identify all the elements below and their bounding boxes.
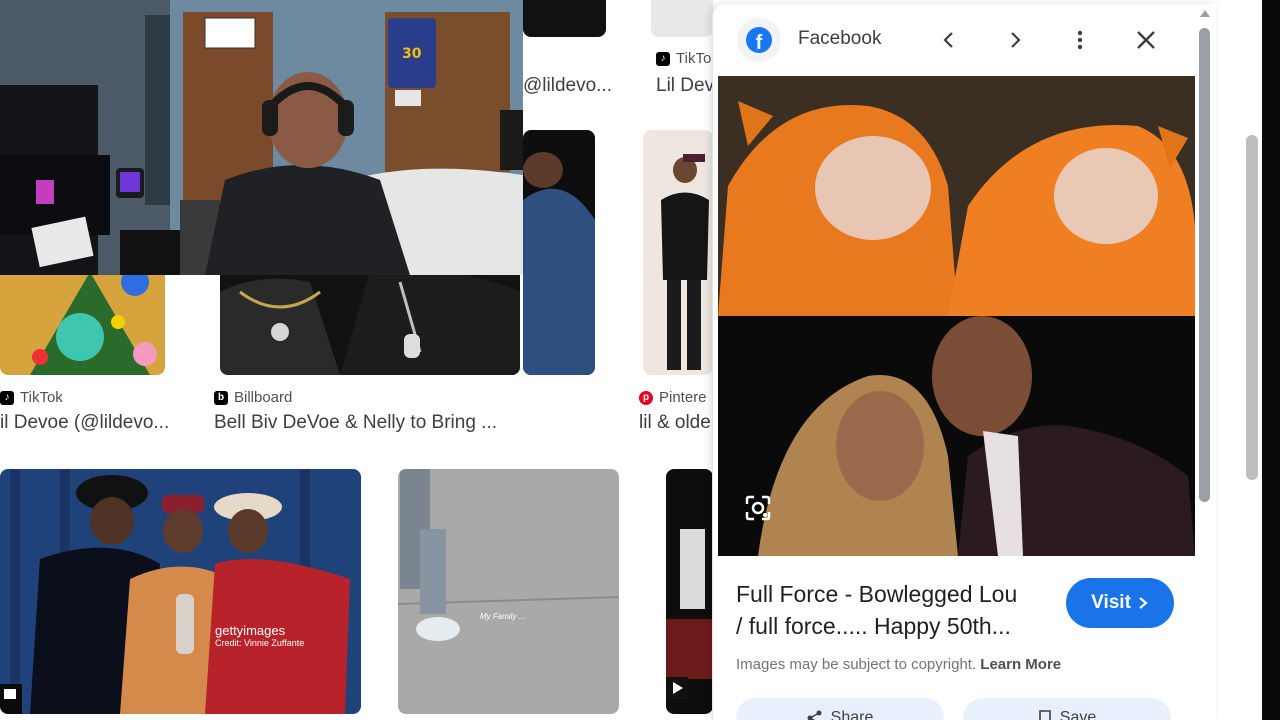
sidewalk-image xyxy=(398,469,619,714)
page-scrollbar[interactable] xyxy=(1246,135,1258,480)
more-vert-icon xyxy=(1077,30,1083,50)
panel-header: f Facebook xyxy=(713,4,1216,74)
scroll-up-icon[interactable] xyxy=(1199,8,1211,18)
image-title[interactable]: Lil Dev xyxy=(656,75,713,97)
image-source[interactable]: ♪ TikTo xyxy=(656,50,711,67)
image-thumbnail[interactable] xyxy=(651,0,713,37)
copyright-text: Images may be subject to copyright. xyxy=(736,656,977,673)
google-images-page: @lildevo... ♪ TikTo Lil Dev ♪ TikTok il … xyxy=(0,0,1280,720)
chevron-right-icon xyxy=(1011,32,1021,48)
chevron-left-icon xyxy=(943,32,953,48)
save-button[interactable]: Save xyxy=(963,698,1171,720)
getty-label: gettyimages xyxy=(215,623,286,638)
pinterest-icon: p xyxy=(639,390,653,405)
image-thumbnail[interactable]: My Family ... xyxy=(398,469,619,714)
image-title[interactable]: Bell Biv DeVoe & Nelly to Bring ... xyxy=(214,412,514,434)
image-preview-panel: f Facebook Full Force - Bowlegged Lou / … xyxy=(712,4,1216,720)
image-source-label: TikTo xyxy=(676,50,712,67)
image-thumbnail[interactable]: gettyimages Credit: Vinnie Zuffante xyxy=(0,469,361,714)
screen-edge xyxy=(1262,0,1280,720)
google-lens-icon xyxy=(745,495,771,521)
panel-scrollbar[interactable] xyxy=(1199,28,1210,502)
men-in-jackets-image xyxy=(220,262,520,375)
christmas-tree-image xyxy=(0,262,165,375)
image-source-label: Pintere xyxy=(659,389,707,406)
image-thumbnail[interactable] xyxy=(523,130,595,375)
chevron-right-icon xyxy=(1139,597,1148,609)
visit-label: Visit xyxy=(1091,592,1131,613)
result-title-line-1: Full Force - Bowlegged Lou xyxy=(736,581,1018,607)
man-standing-image xyxy=(643,130,713,375)
webcam-feed-image: 30 xyxy=(0,0,523,275)
image-source[interactable]: p Pintere xyxy=(639,389,707,406)
next-button[interactable] xyxy=(997,22,1033,58)
image-thumbnail[interactable] xyxy=(666,469,713,714)
getty-watermark: gettyimages Credit: Vinnie Zuffante xyxy=(215,623,304,648)
tiktok-icon: ♪ xyxy=(656,51,670,66)
lens-button[interactable] xyxy=(738,488,778,528)
site-name[interactable]: Facebook xyxy=(798,28,881,50)
tiktok-icon: ♪ xyxy=(0,390,14,405)
bookmark-icon xyxy=(1038,710,1051,720)
image-title[interactable]: lil & olde xyxy=(639,412,713,434)
share-label: Share xyxy=(830,709,874,720)
image-title[interactable]: il Devoe (@lildevo... xyxy=(0,412,175,434)
preview-image[interactable] xyxy=(718,76,1195,556)
handwriting-caption: My Family ... xyxy=(480,612,526,621)
image-thumbnail[interactable] xyxy=(220,262,520,375)
preview-photo xyxy=(718,76,1195,556)
previous-button[interactable] xyxy=(931,22,967,58)
image-source[interactable]: ♪ TikTok xyxy=(0,389,63,406)
group-photo-image xyxy=(0,469,361,714)
getty-credit: Credit: Vinnie Zuffante xyxy=(215,638,305,648)
image-source-label: Billboard xyxy=(234,389,293,406)
share-icon xyxy=(807,710,822,720)
image-thumbnail[interactable] xyxy=(0,262,165,375)
copyright-notice: Images may be subject to copyright. Lear… xyxy=(736,656,1061,673)
facebook-icon: f xyxy=(746,27,772,53)
close-button[interactable] xyxy=(1128,22,1164,58)
more-options-button[interactable] xyxy=(1062,22,1098,58)
site-favicon[interactable]: f xyxy=(737,18,781,62)
man-denim-jacket-image xyxy=(523,130,595,375)
learn-more-link[interactable]: Learn More xyxy=(980,656,1061,673)
image-source[interactable]: b Billboard xyxy=(214,389,292,406)
visit-button[interactable]: Visit xyxy=(1066,578,1174,628)
billboard-icon: b xyxy=(214,390,228,405)
svg-text:30: 30 xyxy=(402,46,422,62)
image-thumbnail[interactable] xyxy=(523,0,606,37)
result-title-line-2: / full force..... Happy 50th... xyxy=(736,613,1011,639)
image-thumbnail[interactable] xyxy=(643,130,713,375)
poster-image xyxy=(666,469,713,714)
image-title[interactable]: @lildevo... xyxy=(523,75,613,97)
share-button[interactable]: Share xyxy=(736,698,944,720)
webcam-overlay: 30 xyxy=(0,0,523,275)
result-title[interactable]: Full Force - Bowlegged Lou / full force.… xyxy=(736,578,1056,642)
save-label: Save xyxy=(1059,709,1097,720)
image-source-label: TikTok xyxy=(20,389,63,406)
close-icon xyxy=(1137,31,1155,49)
